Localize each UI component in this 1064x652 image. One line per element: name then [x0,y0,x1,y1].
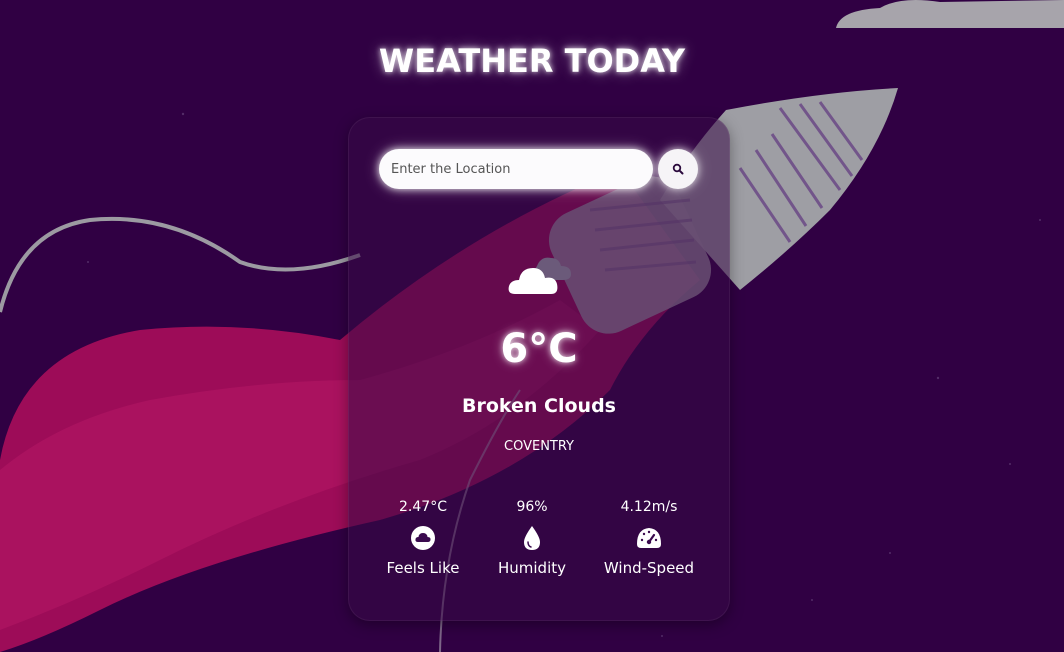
feels-like-stat: 2.47°C Feels Like [363,498,483,577]
weather-card: 6°C Broken Clouds COVENTRY 2.47°C Feels … [348,117,730,621]
weather-description: Broken Clouds [461,395,616,417]
search-icon [672,163,684,175]
droplet-icon [524,526,540,550]
location-search-input[interactable] [379,149,653,189]
wind-speed-stat: 4.12m/s Wind-Speed [589,498,709,577]
cloud-circle-icon [411,526,435,550]
humidity-stat: 96% Humidity [472,498,592,577]
humidity-label: Humidity [497,559,566,577]
search-button[interactable] [658,149,698,189]
humidity-value: 96% [516,499,548,515]
page-title: WEATHER TODAY [378,42,686,80]
broken-clouds-icon [508,257,571,294]
feels-like-value: 2.47°C [399,499,447,515]
wind-speed-value: 4.12m/s [620,499,678,515]
city-name: COVENTRY [504,439,574,454]
feels-like-label: Feels Like [386,559,460,577]
speedometer-icon [637,528,661,548]
wind-speed-label: Wind-Speed [603,559,695,577]
temperature-value: 6°C [500,326,578,372]
weather-app: WEATHER TODAY 6°C Broken Clouds COVENTRY… [0,0,1064,652]
